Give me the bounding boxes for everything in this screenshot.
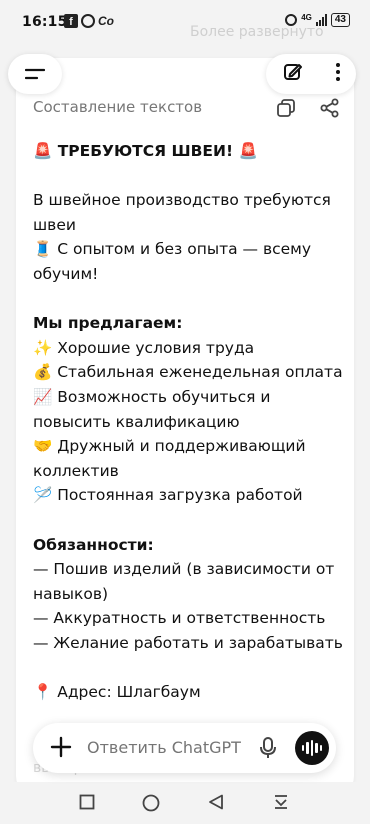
notification-icons: f Co [64, 14, 114, 28]
composer-bar [33, 723, 336, 773]
voice-mode-button[interactable] [295, 731, 329, 765]
offer-item: 💰 Стабильная еженедельная оплата [33, 363, 343, 382]
more-options-button[interactable] [335, 62, 341, 86]
message-intro-line: В швейное производство требуются швеи [33, 191, 331, 234]
edit-icon [283, 64, 302, 80]
offer-item: 🤝 Дружный и поддерживающий коллектив [33, 437, 306, 480]
new-chat-button[interactable] [282, 61, 304, 87]
message-headline: 🚨 ТРЕБУЮТСЯ ШВЕИ! 🚨 [33, 142, 258, 160]
address-line: 📍 Адрес: Шлагбаум [33, 683, 201, 702]
home-button[interactable] [142, 794, 160, 816]
menu-button[interactable] [8, 54, 62, 94]
recents-button[interactable] [79, 794, 95, 814]
square-icon [79, 794, 95, 810]
circle-icon [142, 794, 160, 812]
triangle-back-icon [209, 794, 223, 810]
pull-down-icon [275, 795, 287, 809]
plus-icon [50, 736, 72, 758]
dictate-button[interactable] [259, 736, 277, 764]
card-title: Составление текстов [33, 98, 203, 116]
mic-icon [260, 737, 276, 758]
whatsapp-icon [81, 14, 95, 28]
header-actions [266, 54, 356, 94]
back-button[interactable] [208, 794, 224, 814]
app-notification-icon: Co [98, 14, 114, 28]
copy-icon [277, 99, 295, 117]
duty-item: — Желание работать и зарабатывать [33, 633, 343, 652]
message-body: 🚨 ТРЕБУЮТСЯ ШВЕИ! 🚨 В швейное производст… [33, 139, 345, 705]
offer-item: 🪡 Постоянная загрузка работой [33, 486, 303, 505]
menu-icon [25, 68, 45, 80]
share-icon [320, 98, 339, 118]
more-vertical-icon [335, 63, 340, 81]
battery-indicator: 43 [330, 13, 350, 27]
attach-button[interactable] [49, 735, 73, 763]
voice-mode-icon [301, 740, 323, 756]
offer-item: ✨ Хорошие условия труда [33, 338, 255, 357]
duty-item: — Пошив изделий (в зависимости от навыко… [33, 560, 335, 603]
status-time: 16:15 [22, 14, 68, 30]
notification-pull-button[interactable] [273, 794, 289, 814]
facebook-icon: f [64, 14, 78, 28]
message-intro-line: 🧵 С опытом и без опыта — всему обучим! [33, 240, 312, 283]
message-input[interactable] [87, 738, 257, 757]
copy-button[interactable] [276, 98, 296, 122]
duty-item: — Аккуратность и ответственность [33, 609, 326, 628]
share-button[interactable] [320, 98, 340, 122]
offer-item: 📈 Возможность обучиться и повысить квали… [33, 387, 271, 431]
system-nav-bar [0, 782, 370, 824]
faded-suggestion-top: Более развернуто [190, 24, 324, 40]
duties-heading: Обязанности: [33, 535, 154, 554]
offers-heading: Мы предлагаем: [33, 314, 183, 333]
network-type: 4G [301, 12, 312, 22]
